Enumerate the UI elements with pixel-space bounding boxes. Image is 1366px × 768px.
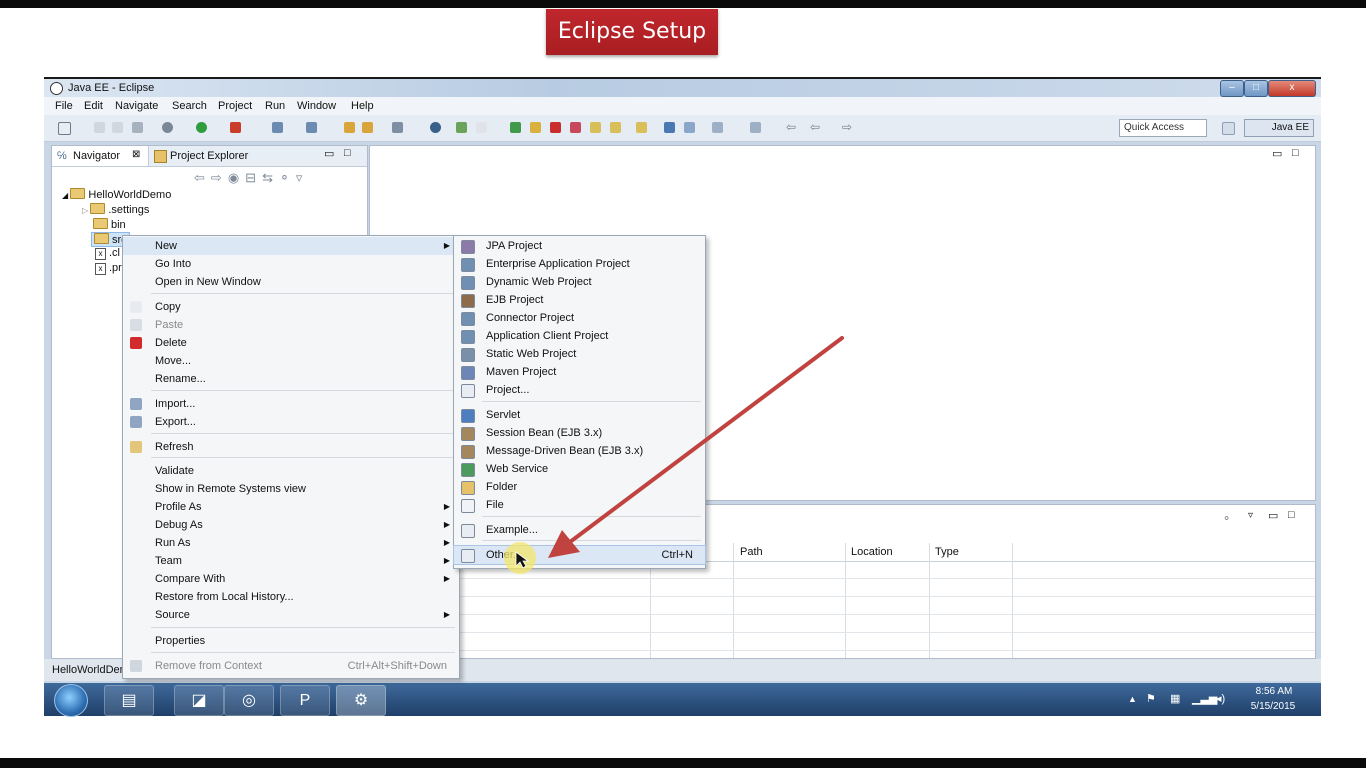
annotation-arrow [564,336,844,547]
annotation-arrow-head [548,530,580,558]
annotation-overlay [504,336,844,574]
